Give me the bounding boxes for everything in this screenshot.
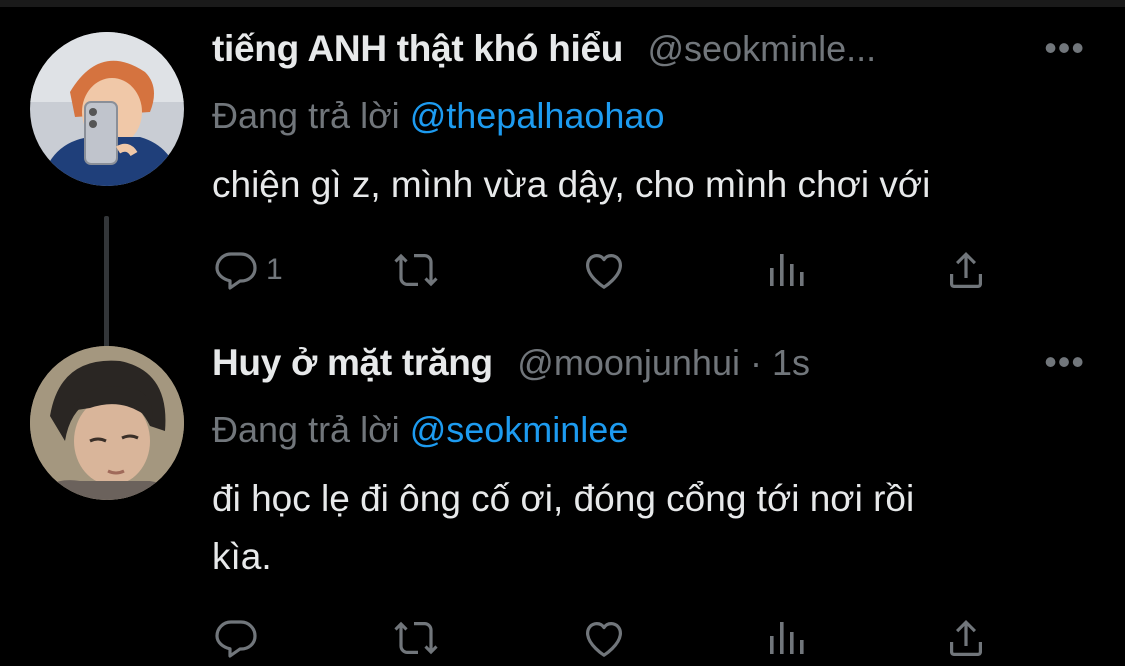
mention-link[interactable]: @thepalhaohao [410, 95, 665, 136]
top-divider [0, 0, 1125, 7]
analytics-icon [770, 622, 804, 654]
tweet-header: tiếng ANH thật khó hiểu @seokminle... ••… [212, 28, 1085, 84]
user-handle[interactable]: @moonjunhui · 1s [517, 342, 810, 383]
retweet-button[interactable] [392, 242, 440, 298]
replying-to-label: Đang trả lời [212, 409, 400, 450]
retweet-icon [394, 253, 438, 287]
more-options-icon[interactable]: ••• [1044, 30, 1085, 66]
action-bar: 1 [212, 242, 1012, 298]
avatar[interactable] [30, 346, 184, 500]
analytics-button[interactable] [762, 242, 810, 298]
like-icon [586, 622, 622, 657]
tweet-header: Huy ở mặt trăng @moonjunhui · 1s ••• [212, 342, 1085, 398]
tweet-text-line: đi học lẹ đi ông cố ơi, đóng cổng tới nơ… [212, 478, 915, 519]
display-name[interactable]: Huy ở mặt trăng [212, 342, 493, 383]
tweet[interactable]: tiếng ANH thật khó hiểu @seokminle... ••… [0, 28, 1125, 366]
replying-to-label: Đang trả lời [212, 95, 400, 136]
reply-button[interactable]: 1 [212, 242, 283, 298]
like-button[interactable] [580, 242, 628, 298]
tweet-content: tiếng ANH thật khó hiểu @seokminle... ••… [212, 28, 1085, 214]
analytics-icon [770, 254, 804, 286]
more-options-icon[interactable]: ••• [1044, 344, 1085, 380]
replying-to: Đang trả lời @thepalhaohao [212, 92, 1085, 140]
replying-to: Đang trả lời @seokminlee [212, 406, 1085, 454]
tweet-content: Huy ở mặt trăng @moonjunhui · 1s ••• Đan… [212, 342, 1085, 586]
tweet[interactable]: Huy ở mặt trăng @moonjunhui · 1s ••• Đan… [0, 342, 1125, 659]
display-name[interactable]: tiếng ANH thật khó hiểu [212, 28, 623, 69]
avatar[interactable] [30, 32, 184, 186]
reply-icon [215, 252, 257, 290]
share-icon [950, 252, 982, 288]
tweet-text: đi học lẹ đi ông cố ơi, đóng cổng tới nơ… [212, 470, 1085, 586]
share-icon [950, 620, 982, 656]
share-button[interactable] [942, 242, 990, 298]
reply-button[interactable] [212, 610, 266, 666]
user-handle[interactable]: @seokminle... [648, 28, 877, 69]
retweet-icon [394, 621, 438, 655]
tweet-text: chiện gì z, mình vừa dậy, cho mình chơi … [212, 164, 931, 205]
reply-count: 1 [266, 253, 283, 286]
retweet-button[interactable] [392, 610, 440, 666]
action-bar [212, 610, 1012, 666]
analytics-button[interactable] [762, 610, 810, 666]
mention-link[interactable]: @seokminlee [410, 409, 629, 450]
like-icon [586, 254, 622, 289]
like-button[interactable] [580, 610, 628, 666]
share-button[interactable] [942, 610, 990, 666]
reply-icon [215, 620, 257, 658]
tweet-text-line: kìa. [212, 536, 272, 577]
